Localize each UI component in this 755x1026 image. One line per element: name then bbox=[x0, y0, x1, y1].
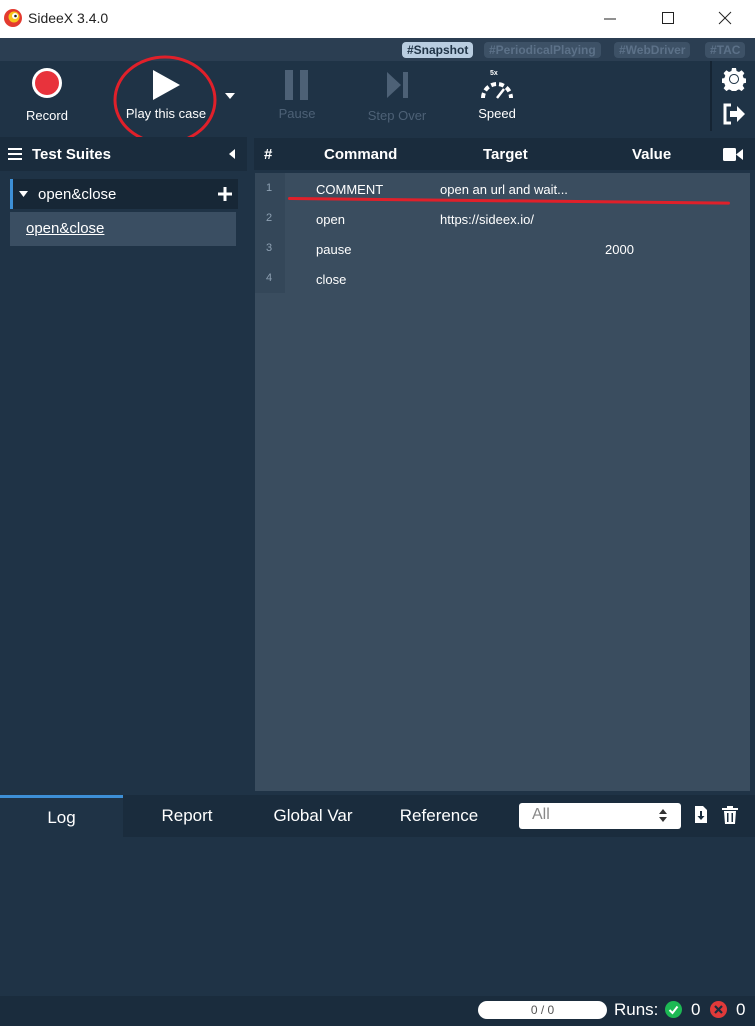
command-table-header: # Command Target Value bbox=[254, 138, 755, 170]
logout-icon[interactable] bbox=[722, 103, 746, 125]
window-title: SideeX 3.4.0 bbox=[28, 10, 109, 26]
case-name[interactable]: open&close bbox=[26, 220, 104, 237]
step-over-icon bbox=[387, 72, 408, 98]
header-command: Command bbox=[324, 146, 398, 163]
row-command: close bbox=[316, 272, 347, 287]
row-number: 4 bbox=[266, 272, 273, 284]
close-icon bbox=[718, 11, 732, 25]
tab-reference[interactable]: Reference bbox=[378, 795, 500, 837]
speed-button[interactable]: 5x Speed bbox=[464, 61, 530, 131]
progress-bar: 0 / 0 bbox=[478, 1001, 607, 1019]
tag-snapshot[interactable]: #Snapshot bbox=[402, 42, 474, 58]
row-value: 2000 bbox=[605, 242, 634, 257]
video-camera-icon[interactable] bbox=[723, 148, 743, 161]
record-label: Record bbox=[26, 108, 68, 123]
toolbar: Record Play this case Pause Step Over 5x bbox=[0, 55, 755, 145]
status-bar: 0 / 0 Runs: 0 0 bbox=[0, 996, 755, 1026]
minimize-button[interactable] bbox=[590, 4, 630, 32]
failed-count: 0 bbox=[736, 1000, 746, 1019]
maximize-button[interactable] bbox=[648, 4, 688, 32]
command-row[interactable]: 4 close bbox=[255, 264, 750, 294]
command-row[interactable]: 2 open https://sideex.io/ bbox=[255, 204, 750, 234]
row-command: pause bbox=[316, 242, 352, 257]
log-output-area bbox=[0, 837, 755, 996]
tag-webdriver[interactable]: #WebDriver bbox=[614, 42, 691, 58]
row-command: open bbox=[316, 212, 345, 227]
command-table: 1 COMMENT open an url and wait... 2 open… bbox=[255, 173, 750, 791]
close-button[interactable] bbox=[705, 4, 745, 32]
tab-global-var[interactable]: Global Var bbox=[252, 795, 374, 837]
download-log-icon[interactable] bbox=[694, 806, 708, 824]
suite-name: open&close bbox=[38, 186, 117, 203]
bottom-tab-bar: Log Report Global Var Reference All bbox=[0, 795, 755, 837]
suite-item[interactable]: open&close bbox=[10, 179, 238, 209]
header-value: Value bbox=[632, 146, 672, 163]
case-item[interactable]: open&close bbox=[10, 212, 236, 246]
test-suites-title: Test Suites bbox=[32, 146, 111, 163]
row-number: 2 bbox=[266, 212, 273, 224]
pause-icon bbox=[285, 70, 308, 100]
log-filter-select[interactable]: All bbox=[519, 803, 681, 829]
collapse-left-icon[interactable] bbox=[228, 149, 236, 159]
record-icon bbox=[32, 68, 62, 98]
record-button[interactable]: Record bbox=[14, 61, 80, 131]
tag-periodical-playing[interactable]: #PeriodicalPlaying bbox=[484, 42, 601, 58]
settings-gear-icon[interactable] bbox=[722, 67, 746, 91]
trash-icon[interactable] bbox=[722, 806, 738, 824]
passed-count: 0 bbox=[691, 1000, 701, 1019]
sideex-logo-icon bbox=[4, 9, 22, 27]
speed-badge: 5x bbox=[490, 70, 498, 77]
pass-check-icon bbox=[665, 1001, 682, 1018]
row-number: 1 bbox=[266, 182, 273, 194]
pause-label: Pause bbox=[278, 106, 316, 121]
tag-tac[interactable]: #TAC bbox=[705, 42, 746, 58]
row-number: 3 bbox=[266, 242, 273, 254]
toolbar-divider bbox=[710, 61, 712, 131]
step-over-button[interactable]: Step Over bbox=[360, 61, 434, 131]
maximize-icon bbox=[662, 12, 674, 24]
fail-x-icon bbox=[710, 1001, 727, 1018]
caret-down-icon[interactable] bbox=[19, 191, 28, 197]
row-target: https://sideex.io/ bbox=[440, 212, 534, 227]
select-arrows-icon bbox=[659, 809, 667, 822]
annotation-circle bbox=[113, 55, 217, 145]
hamburger-menu-icon[interactable] bbox=[8, 148, 22, 160]
tab-report[interactable]: Report bbox=[126, 795, 248, 837]
test-suites-header: Test Suites bbox=[0, 137, 247, 171]
step-over-label: Step Over bbox=[367, 108, 427, 123]
pause-button[interactable]: Pause bbox=[264, 61, 330, 131]
add-case-icon[interactable] bbox=[218, 187, 232, 201]
title-bar: SideeX 3.4.0 bbox=[0, 0, 755, 38]
minimize-icon bbox=[604, 18, 616, 20]
test-suites-panel: Test Suites open&close open&close bbox=[0, 137, 247, 792]
speedometer-icon bbox=[481, 82, 513, 99]
command-row[interactable]: 3 pause 2000 bbox=[255, 234, 750, 264]
tab-log[interactable]: Log bbox=[0, 795, 123, 837]
row-command: COMMENT bbox=[316, 182, 384, 197]
runs-label: Runs: bbox=[614, 1000, 659, 1019]
log-filter-value: All bbox=[532, 806, 550, 823]
header-num: # bbox=[264, 146, 273, 163]
row-target: open an url and wait... bbox=[440, 182, 568, 197]
header-target: Target bbox=[483, 146, 528, 163]
play-dropdown-icon[interactable] bbox=[224, 92, 236, 100]
speed-label: Speed bbox=[478, 106, 516, 121]
